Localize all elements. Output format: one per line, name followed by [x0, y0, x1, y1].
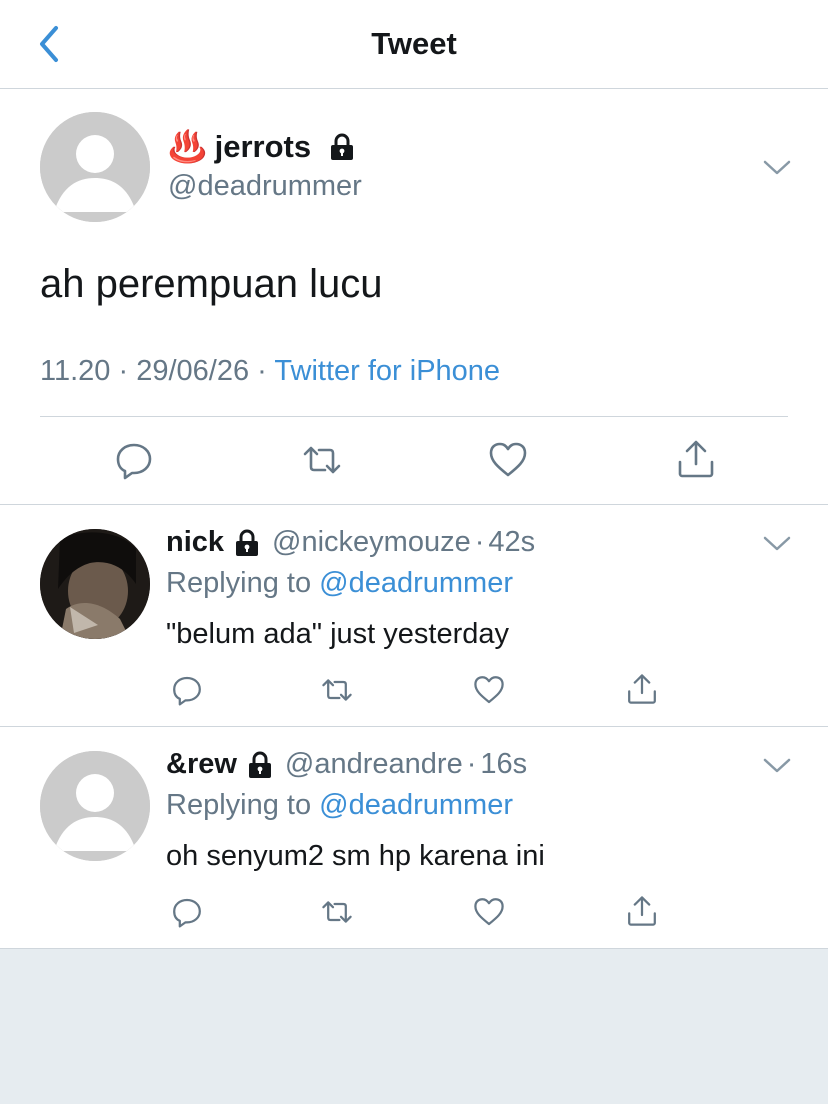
author-handle[interactable]: @deadrummer	[168, 170, 362, 203]
meta-separator: ·	[466, 748, 477, 780]
divider	[40, 416, 788, 417]
like-button[interactable]	[488, 440, 528, 480]
reply-text: oh senyum2 sm hp karena ini	[166, 840, 545, 872]
author-name: jerrots	[214, 128, 312, 164]
replying-to-link[interactable]: @deadrummer	[319, 789, 513, 821]
like-icon	[474, 898, 504, 926]
divider	[0, 726, 828, 727]
meta-separator: ·	[257, 355, 267, 387]
share-button[interactable]	[626, 672, 658, 706]
retweet-button[interactable]	[319, 674, 355, 706]
replying-to: Replying to @deadrummer	[166, 789, 513, 822]
divider	[0, 948, 828, 949]
divider	[0, 504, 828, 505]
chevron-down-icon[interactable]	[762, 756, 792, 776]
retweet-icon	[322, 901, 352, 923]
share-button[interactable]	[626, 894, 658, 928]
replying-label: Replying to	[166, 567, 312, 599]
author-name-row[interactable]: ♨️ jerrots	[168, 128, 357, 165]
reply-icon	[173, 676, 201, 706]
share-icon	[628, 896, 656, 926]
retweet-icon	[303, 446, 341, 474]
reply-button[interactable]	[171, 674, 203, 706]
tweet-source-link[interactable]: Twitter for iPhone	[274, 355, 500, 387]
avatar[interactable]	[40, 112, 150, 222]
lock-icon	[236, 529, 259, 556]
chevron-down-icon[interactable]	[762, 158, 792, 178]
share-button[interactable]	[676, 438, 716, 480]
retweet-button[interactable]	[319, 896, 355, 928]
tweet-meta: 11.20 · 29/06/26 · Twitter for iPhone	[40, 355, 500, 388]
tweet-date: 29/06/26	[136, 355, 250, 387]
replying-to-link[interactable]: @deadrummer	[319, 567, 513, 599]
reply-age: 16s	[480, 748, 528, 780]
like-button[interactable]	[473, 896, 505, 928]
default-avatar-icon	[40, 112, 150, 222]
avatar[interactable]	[40, 751, 150, 861]
tweet-time: 11.20	[40, 355, 111, 387]
meta-separator: ·	[474, 526, 485, 558]
chevron-down-icon[interactable]	[762, 534, 792, 554]
avatar[interactable]	[40, 529, 150, 639]
hot-springs-emoji: ♨️	[168, 129, 207, 164]
profile-photo	[40, 529, 150, 639]
replying-to: Replying to @deadrummer	[166, 567, 513, 600]
reply-author-row[interactable]: &rew @andreandre · 16s	[166, 748, 527, 781]
reply-author-name: nick	[166, 526, 225, 558]
reply-author-name: &rew	[166, 748, 237, 780]
like-icon	[474, 676, 504, 704]
lock-icon	[248, 751, 271, 778]
reply-author-row[interactable]: nick @nickeymouze · 42s	[166, 526, 535, 559]
reply-icon	[173, 898, 201, 928]
page-title: Tweet	[371, 26, 457, 61]
retweet-icon	[322, 679, 352, 701]
lock-icon	[331, 133, 354, 160]
reply-text: "belum ada" just yesterday	[166, 618, 509, 650]
reply-author-handle: @nickeymouze	[272, 526, 471, 558]
navigation-bar: Tweet	[0, 0, 828, 89]
share-icon	[628, 674, 656, 704]
meta-separator: ·	[118, 355, 129, 387]
reply-author-handle: @andreandre	[284, 748, 463, 780]
reply-button[interactable]	[171, 896, 203, 928]
share-icon	[678, 440, 714, 478]
tweet-text: ah perempuan lucu	[40, 262, 383, 306]
like-button[interactable]	[473, 674, 505, 706]
tweet-screen: Tweet ♨️ jerrots @deadrummer ah perempua…	[0, 0, 828, 949]
retweet-button[interactable]	[300, 440, 344, 480]
reply-age: 42s	[488, 526, 536, 558]
replying-label: Replying to	[166, 789, 312, 821]
default-avatar-icon	[40, 751, 150, 861]
reply-button[interactable]	[114, 440, 154, 480]
like-icon	[489, 442, 527, 477]
reply-icon	[116, 443, 152, 480]
